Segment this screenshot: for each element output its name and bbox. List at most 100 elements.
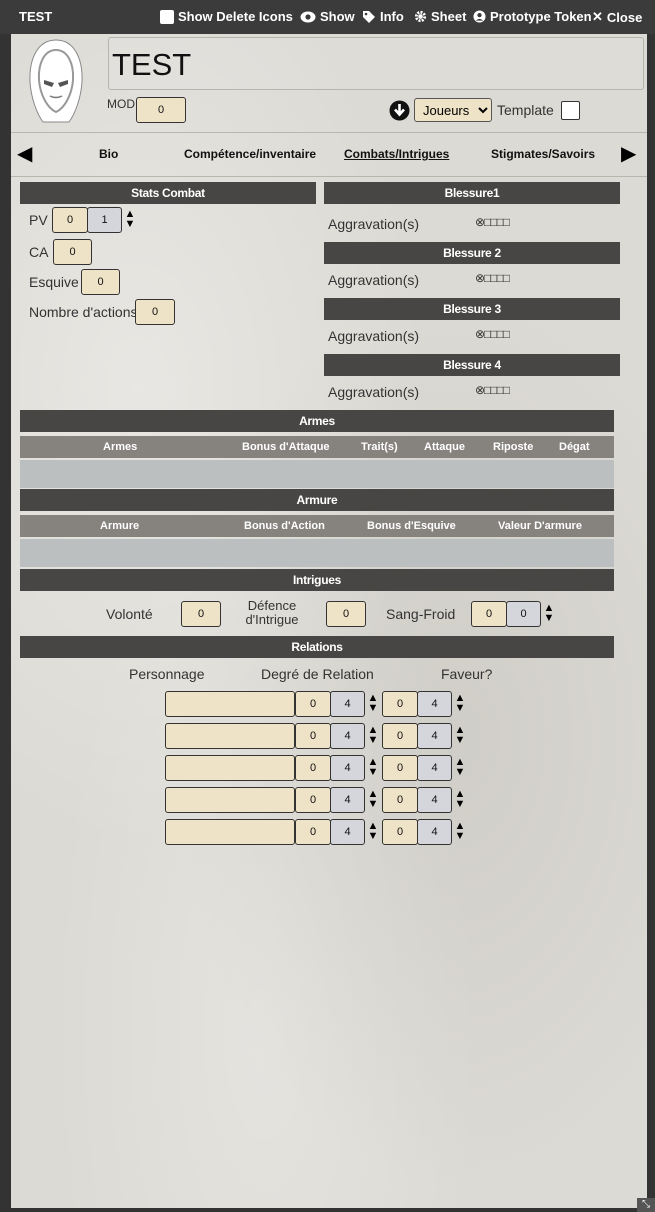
relation-name-input[interactable]	[165, 755, 295, 781]
relations-header: Relations	[20, 636, 614, 658]
relation-name-input[interactable]	[165, 819, 295, 845]
prev-tab-arrow-icon[interactable]: ◀	[17, 141, 32, 166]
pv-input[interactable]: 0	[52, 207, 88, 233]
relation-degre-input[interactable]: 0	[295, 819, 331, 845]
blessure-1-header: Blessure1	[324, 182, 620, 204]
relation-degre-max-input[interactable]: 4	[330, 755, 365, 781]
close-button[interactable]: ✕ Close	[592, 9, 642, 25]
pv-max-input[interactable]: 1	[87, 207, 122, 233]
relation-degre-input[interactable]: 0	[295, 755, 331, 781]
col-traits: Trait(s)	[361, 441, 398, 453]
user-circle-icon	[473, 10, 486, 23]
blessure-4-label: Aggravation(s)	[328, 384, 420, 400]
ca-label: CA	[29, 244, 49, 260]
arrow-down-circle-icon[interactable]	[389, 100, 410, 121]
resize-handle-icon[interactable]: ⤡	[637, 1198, 655, 1212]
relation-degre-input[interactable]: 0	[295, 787, 331, 813]
relation-degre-input[interactable]: 0	[295, 691, 331, 717]
col-faveur: Faveur?	[441, 666, 493, 682]
defence-label-line1: Défence	[247, 598, 297, 613]
col-armure: Armure	[100, 520, 140, 532]
sangfroid-max-input[interactable]: 0	[506, 601, 541, 627]
relation-name-input[interactable]	[165, 691, 295, 717]
blessure-3-aggravation-boxes[interactable]: ⊗□□□□	[475, 327, 510, 341]
relation-faveur-input[interactable]: 0	[382, 723, 418, 749]
esquive-input[interactable]: 0	[81, 269, 120, 295]
next-tab-arrow-icon[interactable]: ▶	[621, 141, 636, 166]
sheet-button[interactable]: Sheet	[414, 9, 466, 24]
character-avatar[interactable]	[23, 38, 89, 124]
relation-degre-max-input[interactable]: 4	[330, 691, 365, 717]
relation-degre-stepper[interactable]: ▲ ▼	[367, 725, 379, 746]
col-bonus-esquive: Bonus d'Esquive	[367, 520, 456, 532]
relation-degre-input[interactable]: 0	[295, 723, 331, 749]
window-titlebar: TEST Show Delete Icons Show Info Sheet P…	[0, 0, 655, 34]
relation-name-input[interactable]	[165, 723, 295, 749]
relation-degre-max-input[interactable]: 4	[330, 723, 365, 749]
relation-faveur-input[interactable]: 0	[382, 819, 418, 845]
relation-faveur-max-input[interactable]: 4	[417, 819, 452, 845]
relation-degre-max-input[interactable]: 4	[330, 819, 365, 845]
relation-degre-stepper[interactable]: ▲ ▼	[367, 789, 379, 810]
close-label: Close	[606, 9, 643, 25]
relation-name-input[interactable]	[165, 787, 295, 813]
relation-faveur-input[interactable]: 0	[382, 787, 418, 813]
divider	[11, 132, 647, 133]
blessure-2-aggravation-boxes[interactable]: ⊗□□□□	[475, 271, 510, 285]
relation-faveur-stepper[interactable]: ▲ ▼	[454, 725, 466, 746]
defence-label-line2: d'Intrigue	[245, 612, 299, 627]
character-name-field[interactable]: TEST	[108, 37, 644, 90]
blessure-3-header: Blessure 3	[324, 298, 620, 320]
relation-faveur-stepper[interactable]: ▲ ▼	[454, 789, 466, 810]
prototype-token-button[interactable]: Prototype Token	[473, 9, 592, 24]
blessure-3-label: Aggravation(s)	[328, 328, 420, 344]
info-button[interactable]: Info	[362, 9, 404, 24]
col-riposte: Riposte	[493, 441, 534, 453]
relation-degre-stepper[interactable]: ▲ ▼	[367, 693, 379, 714]
relation-faveur-input[interactable]: 0	[382, 755, 418, 781]
relation-degre-stepper[interactable]: ▲ ▼	[367, 757, 379, 778]
blessure-1-aggravation-boxes[interactable]: ⊗□□□□	[475, 215, 510, 229]
relation-faveur-max-input[interactable]: 4	[417, 723, 452, 749]
checkbox-icon[interactable]	[160, 9, 174, 24]
sangfroid-stepper[interactable]: ▲ ▼	[543, 603, 555, 624]
intrigues-header: Intrigues	[20, 569, 614, 591]
tab-bio[interactable]: Bio	[99, 147, 118, 161]
armure-empty-row[interactable]	[20, 539, 614, 567]
gear-icon	[414, 10, 427, 23]
eye-icon	[300, 11, 316, 22]
col-bonus-action: Bonus d'Action	[244, 520, 325, 532]
relation-degre-stepper[interactable]: ▲ ▼	[367, 821, 379, 842]
ca-input[interactable]: 0	[53, 239, 92, 265]
tab-competence-inventaire[interactable]: Compétence/inventaire	[184, 147, 316, 161]
relation-degre-max-input[interactable]: 4	[330, 787, 365, 813]
relation-faveur-max-input[interactable]: 4	[417, 787, 452, 813]
close-icon: ✕	[592, 9, 603, 24]
relation-faveur-stepper[interactable]: ▲ ▼	[454, 693, 466, 714]
roll-target-select[interactable]: Joueurs	[414, 98, 492, 122]
pv-stepper[interactable]: ▲ ▼	[124, 209, 136, 230]
sangfroid-input[interactable]: 0	[471, 601, 507, 627]
show-button[interactable]: Show	[300, 9, 355, 24]
blessure-4-aggravation-boxes[interactable]: ⊗□□□□	[475, 383, 510, 397]
relation-faveur-max-input[interactable]: 4	[417, 755, 452, 781]
relation-faveur-max-input[interactable]: 4	[417, 691, 452, 717]
window-title: TEST	[19, 9, 53, 24]
volonte-input[interactable]: 0	[181, 601, 221, 627]
template-label: Template	[497, 102, 554, 118]
tab-stigmates-savoirs[interactable]: Stigmates/Savoirs	[491, 147, 595, 161]
actions-input[interactable]: 0	[135, 299, 175, 325]
defence-intrigue-input[interactable]: 0	[326, 601, 366, 627]
relation-faveur-stepper[interactable]: ▲ ▼	[454, 757, 466, 778]
armes-header: Armes	[20, 410, 614, 432]
show-delete-icons-toggle[interactable]: Show Delete Icons	[160, 9, 293, 24]
tag-icon	[363, 10, 375, 23]
show-delete-icons-label: Show Delete Icons	[178, 9, 293, 24]
tab-combats-intrigues[interactable]: Combats/Intrigues	[344, 147, 449, 161]
relation-faveur-input[interactable]: 0	[382, 691, 418, 717]
col-degat: Dégat	[559, 441, 590, 453]
armes-empty-row[interactable]	[20, 460, 614, 488]
template-checkbox[interactable]	[561, 101, 580, 120]
mod-input[interactable]: 0	[136, 97, 186, 123]
relation-faveur-stepper[interactable]: ▲ ▼	[454, 821, 466, 842]
